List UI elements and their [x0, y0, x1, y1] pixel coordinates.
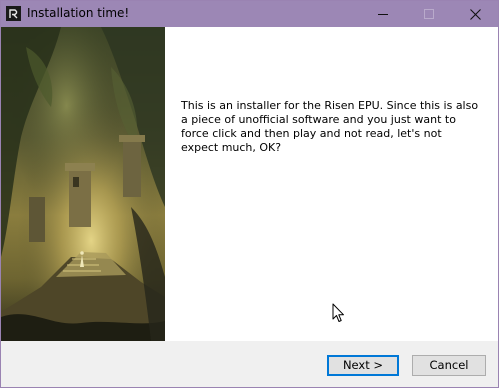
title-bar[interactable]: Installation time!	[1, 1, 498, 27]
minimize-button[interactable]	[360, 1, 406, 27]
mouse-cursor-icon	[332, 303, 345, 327]
window-title: Installation time!	[27, 6, 130, 20]
app-icon[interactable]	[6, 6, 21, 21]
wizard-content: This is an installer for the Risen EPU. …	[1, 27, 498, 341]
intro-text: This is an installer for the Risen EPU. …	[181, 99, 479, 154]
close-button[interactable]	[452, 1, 498, 27]
cancel-button[interactable]: Cancel	[412, 355, 486, 376]
jungle-ruins-artwork	[1, 27, 165, 341]
wizard-footer: Next > Cancel	[1, 341, 498, 387]
minimize-icon	[378, 14, 388, 15]
maximize-button[interactable]	[406, 1, 452, 27]
installer-window: Installation time! This is an installer …	[0, 0, 499, 388]
maximize-icon	[424, 9, 434, 19]
close-icon	[469, 8, 481, 20]
next-button[interactable]: Next >	[327, 355, 399, 376]
